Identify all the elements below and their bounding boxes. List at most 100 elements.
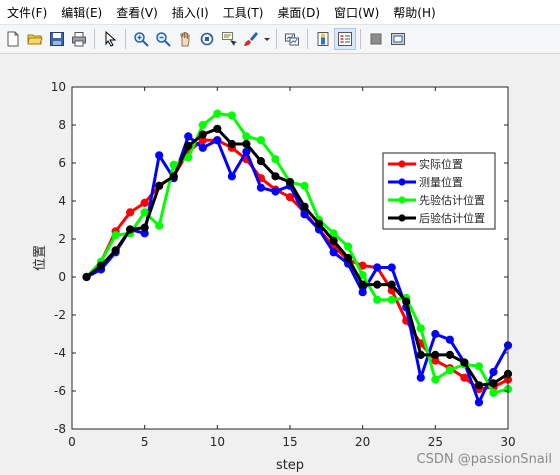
- open-folder-icon: [27, 34, 43, 45]
- legend-marker: [398, 214, 406, 222]
- data-point: [111, 246, 120, 255]
- menu-item[interactable]: 桌面(D): [270, 4, 327, 21]
- toolbar-separator: [125, 29, 126, 49]
- edit-plot-button[interactable]: [100, 29, 120, 49]
- data-point: [126, 208, 135, 217]
- pan-button[interactable]: [175, 29, 195, 49]
- brush-button[interactable]: [241, 29, 261, 49]
- data-cursor-button[interactable]: [219, 29, 239, 49]
- data-point: [373, 263, 382, 272]
- show-plot-tools-button[interactable]: [388, 29, 408, 49]
- data-point: [344, 242, 353, 251]
- data-point: [402, 297, 411, 306]
- axes-background: [72, 87, 508, 429]
- data-point: [460, 373, 469, 382]
- x-tick-label: 10: [210, 435, 225, 449]
- menu-bar: 文件(F) 编辑(E) 查看(V) 插入(I) 工具(T) 桌面(D) 窗口(W) 帮助(H): [0, 0, 560, 24]
- y-tick-label: -6: [54, 384, 66, 398]
- data-point: [300, 202, 309, 211]
- brush-options-button[interactable]: [263, 29, 271, 49]
- rotate-3d-button[interactable]: [197, 29, 217, 49]
- menu-item[interactable]: 查看(V): [109, 4, 165, 21]
- data-point: [445, 366, 454, 375]
- x-tick-label: 30: [500, 435, 515, 449]
- data-point: [140, 223, 149, 232]
- figure-toolbar: [0, 24, 560, 54]
- legend-icon: [338, 32, 352, 46]
- colorbar-icon: [317, 32, 329, 46]
- x-tick-label: 15: [282, 435, 297, 449]
- data-point: [96, 261, 106, 270]
- data-point: [489, 379, 498, 388]
- data-point: [140, 198, 149, 207]
- insert-colorbar-button[interactable]: [313, 29, 333, 49]
- open-file-button[interactable]: [25, 29, 45, 49]
- brush-icon: [244, 32, 258, 46]
- data-point: [431, 375, 440, 384]
- figure-canvas: 0 5 10 15 20 25 30 -8 -6 -4 -2 0 2 4 6 8 10 step 位置 实际位置…: [33, 80, 516, 473]
- zoom-in-icon: [134, 32, 149, 47]
- watermark-text: CSDN @passionSnail: [416, 452, 552, 467]
- link-plot-button[interactable]: [282, 29, 302, 49]
- data-point: [271, 172, 280, 181]
- data-point: [445, 350, 454, 359]
- y-tick-label: -8: [54, 422, 66, 436]
- data-point: [227, 111, 236, 120]
- y-tick-label: 6: [58, 156, 66, 170]
- new-figure-button[interactable]: [3, 29, 23, 49]
- data-point: [300, 181, 309, 190]
- insert-legend-button[interactable]: [334, 28, 356, 50]
- data-point: [169, 160, 178, 170]
- data-point: [416, 350, 425, 359]
- zoom-out-button[interactable]: [153, 29, 173, 49]
- data-point: [358, 280, 367, 289]
- data-point: [489, 388, 498, 397]
- pan-hand-icon: [180, 32, 190, 47]
- data-point: [344, 253, 353, 263]
- data-point: [213, 109, 222, 118]
- data-point: [169, 172, 178, 181]
- y-axis-label: 位置: [33, 245, 48, 271]
- data-point: [126, 225, 135, 234]
- zoom-out-icon: [156, 32, 171, 47]
- legend-marker: [398, 178, 406, 186]
- data-point: [431, 329, 440, 339]
- data-point: [387, 295, 396, 304]
- menu-item[interactable]: 窗口(W): [327, 4, 386, 21]
- show-plot-tools-icon: [391, 33, 405, 45]
- menu-item[interactable]: 插入(I): [165, 4, 216, 21]
- data-point: [358, 288, 367, 297]
- print-figure-button[interactable]: [69, 29, 89, 49]
- data-point: [256, 157, 266, 166]
- zoom-in-button[interactable]: [131, 29, 151, 49]
- legend[interactable]: 实际位置测量位置先验估计位置后验估计位置: [382, 152, 496, 230]
- data-point: [489, 367, 498, 377]
- data-point: [271, 155, 280, 164]
- data-point: [445, 335, 454, 344]
- data-point: [184, 132, 193, 141]
- menu-item[interactable]: 文件(F): [0, 4, 54, 21]
- print-icon: [72, 32, 86, 47]
- data-point: [140, 208, 149, 217]
- hide-plot-tools-button[interactable]: [366, 29, 386, 49]
- data-point: [416, 373, 425, 382]
- data-point: [227, 139, 236, 149]
- data-point: [271, 187, 280, 196]
- save-figure-button[interactable]: [47, 29, 67, 49]
- data-point: [256, 136, 266, 145]
- menu-item[interactable]: 工具(T): [216, 4, 271, 21]
- data-point: [329, 248, 338, 257]
- data-point: [387, 280, 396, 289]
- legend-marker: [398, 196, 406, 204]
- y-tick-label: 10: [51, 80, 66, 94]
- data-point: [242, 132, 251, 141]
- x-tick-label: 25: [428, 435, 443, 449]
- x-axis-label: step: [276, 458, 304, 473]
- menu-item[interactable]: 帮助(H): [386, 4, 442, 21]
- toolbar-separator: [307, 29, 308, 49]
- data-point: [285, 193, 295, 202]
- data-point: [242, 139, 251, 149]
- y-tick-label: 2: [58, 232, 66, 246]
- legend-entry: 先验估计位置: [419, 193, 485, 207]
- menu-item[interactable]: 编辑(E): [54, 4, 109, 21]
